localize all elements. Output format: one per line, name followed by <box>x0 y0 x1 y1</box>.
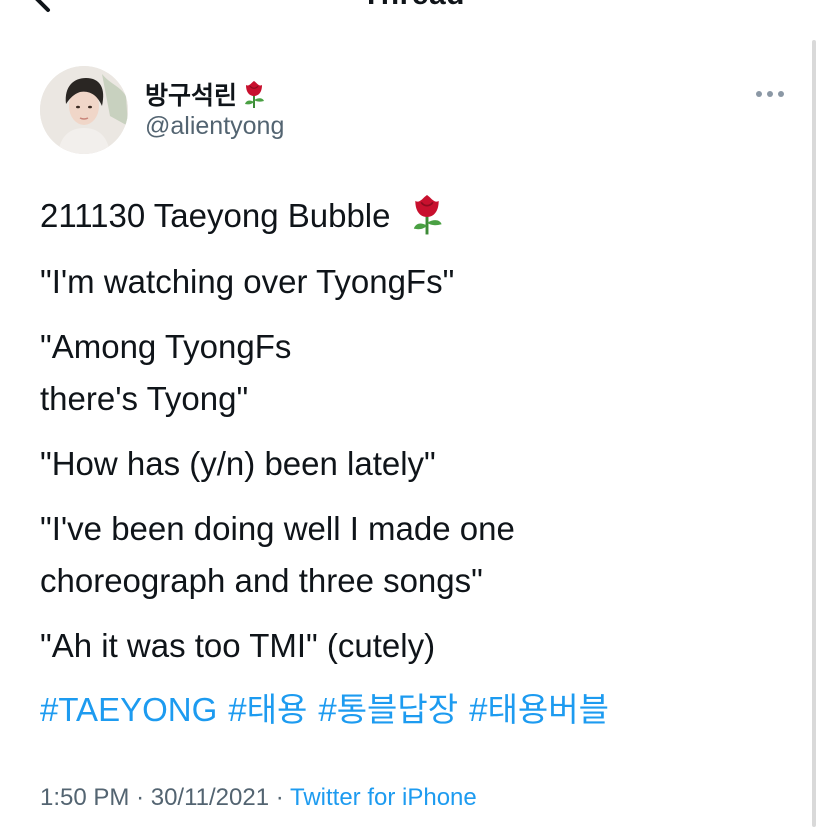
tweet-date: 30/11/2021 <box>150 784 270 811</box>
tweet-source-link[interactable]: Twitter for iPhone <box>290 784 477 811</box>
tweet-line-7: choreograph and three songs" <box>40 562 483 599</box>
top-navigation-bar: Thread <box>0 0 827 18</box>
scrollbar[interactable] <box>812 40 816 827</box>
tweet-line-2: "I'm watching over TyongFs" <box>40 263 455 300</box>
hashtag-link[interactable]: #통블답장 <box>318 684 458 736</box>
rose-emoji-icon <box>413 195 442 235</box>
more-options-icon[interactable] <box>754 88 786 100</box>
avatar[interactable] <box>40 66 128 154</box>
hashtag-link[interactable]: #태용버블 <box>469 684 609 736</box>
display-name-text: 방구석린 <box>145 82 238 110</box>
hashtag-link[interactable]: #TAEYONG <box>40 684 217 736</box>
tweet-text: 211130 Taeyong Bubble <box>40 197 391 234</box>
hashtag-link[interactable]: #태용 <box>228 684 307 736</box>
tweet-line-4: there's Tyong" <box>40 380 249 417</box>
tweet-line-1: 211130 Taeyong Bubble <box>40 190 446 242</box>
meta-separator: · <box>136 784 145 811</box>
avatar-photo <box>40 66 128 154</box>
tweet-line-8: "Ah it was too TMI" (cutely) <box>40 627 436 664</box>
page-title: Thread <box>0 0 827 12</box>
tweet-metadata: 1:50 PM · 30/11/2021 · Twitter for iPhon… <box>40 784 477 812</box>
tweet-time: 1:50 PM <box>40 784 130 811</box>
tweet-line-6: "I've been doing well I made one <box>40 510 515 547</box>
rose-emoji-icon <box>245 81 265 108</box>
meta-separator: · <box>275 784 284 811</box>
tweet-line-3: "Among TyongFs <box>40 328 292 365</box>
author-handle[interactable]: @alientyong <box>145 112 284 141</box>
author-display-name[interactable]: 방구석린 <box>145 76 267 112</box>
tweet-line-5: "How has (y/n) been lately" <box>40 445 436 482</box>
hashtag-list: #TAEYONG #태용 #통블답장 #태용버블 <box>40 684 609 736</box>
